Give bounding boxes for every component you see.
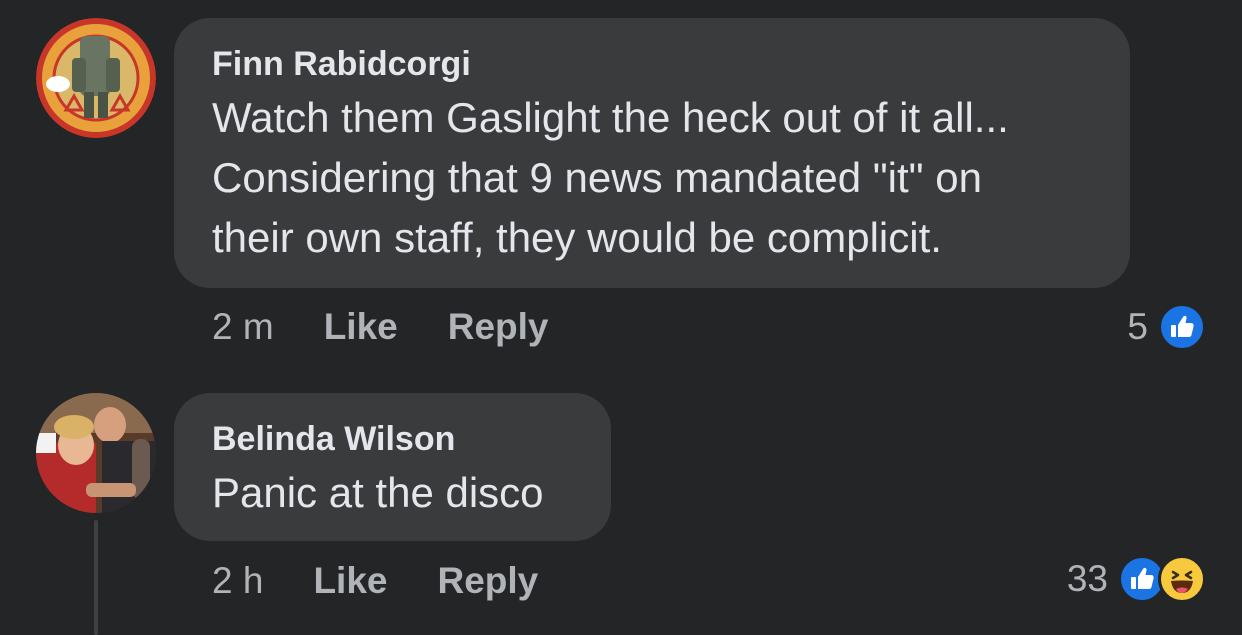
avatar[interactable] (36, 18, 156, 138)
comment-text-line: Watch them Gaslight the heck out of it a… (212, 94, 1009, 141)
comment-actions: 2 h Like Reply (212, 556, 588, 606)
comment-text: Watch them Gaslight the heck out of it a… (212, 88, 1092, 268)
reactions-summary[interactable]: 33 (1067, 554, 1206, 604)
haha-icon (1158, 555, 1206, 603)
comment-text-line: Considering that 9 news mandated "it" on (212, 154, 982, 201)
reaction-count: 5 (1127, 306, 1148, 347)
comment-text-line: their own staff, they would be complicit… (212, 214, 942, 261)
like-button[interactable]: Like (313, 560, 387, 602)
comment-bubble: Finn Rabidcorgi Watch them Gaslight the … (174, 18, 1130, 288)
comment-author[interactable]: Finn Rabidcorgi (212, 44, 1092, 84)
comment-timestamp[interactable]: 2 m (212, 306, 274, 348)
avatar[interactable] (36, 393, 156, 513)
comment-actions: 2 m Like Reply (212, 302, 599, 352)
reply-button[interactable]: Reply (437, 560, 538, 602)
reaction-count: 33 (1066, 558, 1108, 599)
comment-text: Panic at the disco (212, 463, 573, 523)
reply-button[interactable]: Reply (448, 306, 549, 348)
reactions-summary[interactable]: 5 (1127, 302, 1206, 352)
comment-timestamp[interactable]: 2 h (212, 560, 263, 602)
comment-bubble: Belinda Wilson Panic at the disco (174, 393, 611, 541)
like-icon (1158, 303, 1206, 351)
thread-line (94, 520, 98, 635)
comment-text-line: Panic at the disco (212, 469, 544, 516)
comment-author[interactable]: Belinda Wilson (212, 419, 573, 459)
like-button[interactable]: Like (324, 306, 398, 348)
